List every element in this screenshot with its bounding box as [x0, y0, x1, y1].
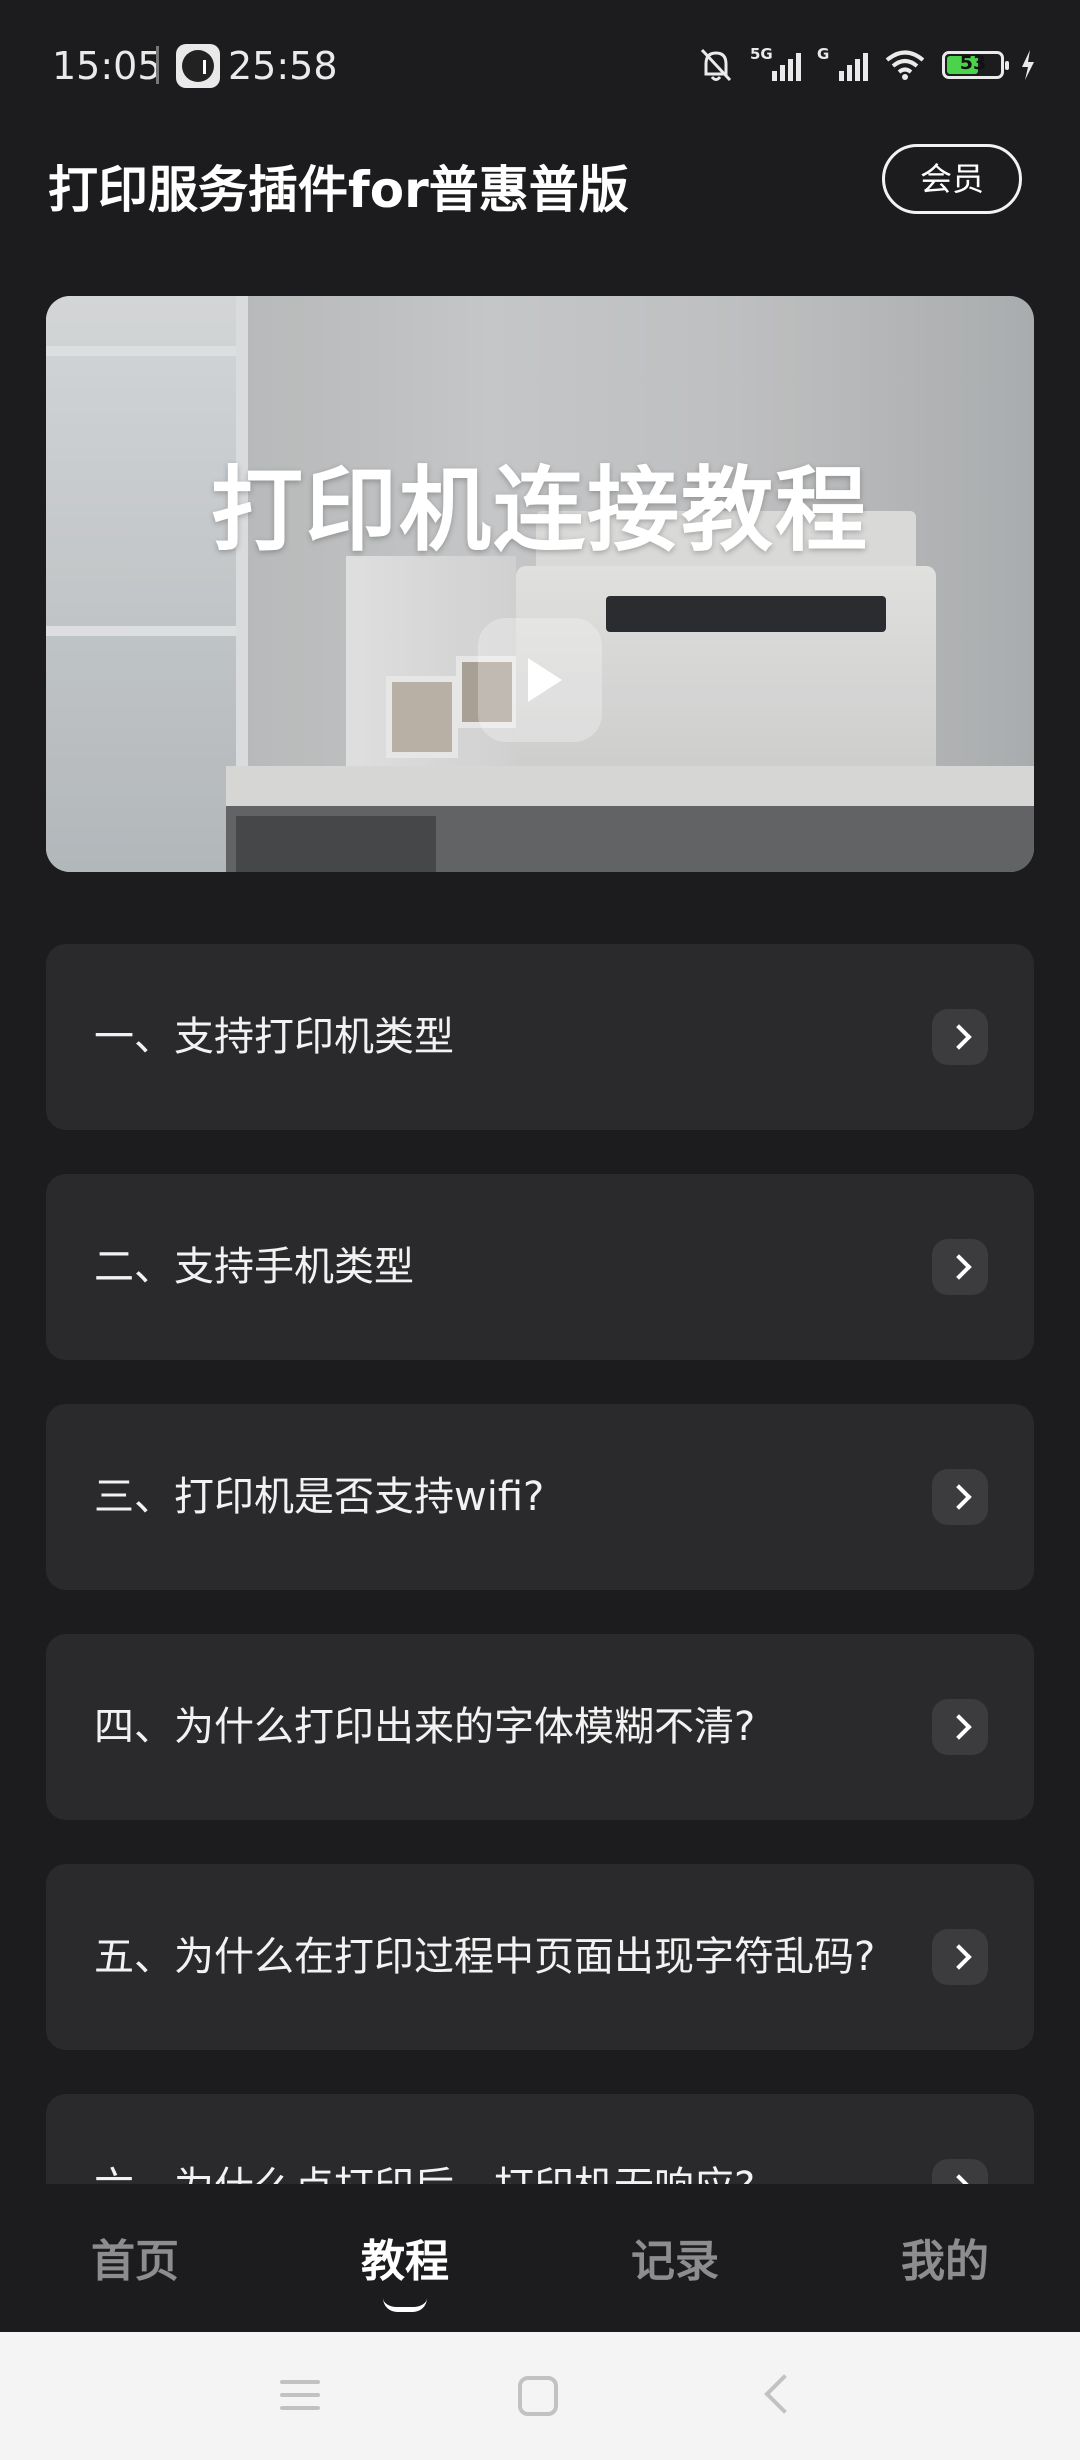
timer-icon — [176, 44, 220, 88]
app-header: 打印服务插件for普惠普版 会员 — [0, 136, 1080, 232]
faq-item[interactable]: 六、为什么点打印后，打印机无响应? — [46, 2094, 1034, 2184]
signal-icon: G — [817, 45, 868, 81]
faq-item[interactable]: 一、支持打印机类型 — [46, 944, 1034, 1130]
system-nav-bar — [0, 2332, 1080, 2460]
wifi-icon — [885, 50, 925, 80]
tutorial-video-banner[interactable]: 打印机连接教程 — [46, 296, 1034, 872]
faq-label: 三、打印机是否支持wifi? — [94, 1474, 545, 1520]
chevron-right-icon — [932, 1009, 988, 1065]
chevron-right-icon — [932, 1239, 988, 1295]
page-title: 打印服务插件for普惠普版 — [48, 161, 629, 219]
faq-label: 六、为什么点打印后，打印机无响应? — [94, 2094, 755, 2184]
faq-item[interactable]: 二、支持手机类型 — [46, 1174, 1034, 1360]
chevron-right-icon — [932, 2159, 988, 2184]
menu-icon[interactable] — [280, 2380, 320, 2419]
status-bar: 15:05 25:58 5G G 53 — [0, 0, 1080, 136]
banner-title: 打印机连接教程 — [210, 457, 869, 564]
chevron-right-icon — [932, 1929, 988, 1985]
faq-item[interactable]: 三、打印机是否支持wifi? — [46, 1404, 1034, 1590]
tab-records[interactable]: 记录 — [540, 2184, 810, 2332]
play-icon[interactable] — [478, 618, 602, 742]
signal-icon: 5G — [750, 45, 801, 81]
home-icon[interactable] — [518, 2376, 558, 2416]
battery-level: 53 — [959, 52, 987, 74]
status-time: 15:05 — [52, 44, 162, 88]
battery-icon: 53 — [942, 51, 1009, 79]
back-icon[interactable] — [764, 2374, 804, 2414]
faq-label: 四、为什么打印出来的字体模糊不清? — [94, 1704, 756, 1750]
chevron-right-icon — [932, 1699, 988, 1755]
tab-home[interactable]: 首页 — [0, 2184, 270, 2332]
faq-item[interactable]: 五、为什么在打印过程中页面出现字符乱码? — [46, 1864, 1034, 2050]
faq-label: 二、支持手机类型 — [94, 1244, 414, 1290]
chevron-right-icon — [932, 1469, 988, 1525]
mute-icon — [700, 48, 732, 82]
bottom-tab-bar: 首页 教程 记录 我的 — [0, 2184, 1080, 2332]
faq-item[interactable]: 四、为什么打印出来的字体模糊不清? — [46, 1634, 1034, 1820]
member-button[interactable]: 会员 — [882, 144, 1022, 214]
status-separator — [156, 46, 159, 84]
faq-label: 一、支持打印机类型 — [94, 1014, 454, 1060]
status-icons: 5G G 53 — [698, 45, 1036, 84]
faq-label: 五、为什么在打印过程中页面出现字符乱码? — [94, 1934, 876, 1980]
charging-icon — [1022, 50, 1034, 80]
status-timer: 25:58 — [228, 44, 338, 88]
faq-list: 一、支持打印机类型 二、支持手机类型 三、打印机是否支持wifi? 四、为什么打… — [0, 900, 1080, 2184]
tab-mine[interactable]: 我的 — [810, 2184, 1080, 2332]
